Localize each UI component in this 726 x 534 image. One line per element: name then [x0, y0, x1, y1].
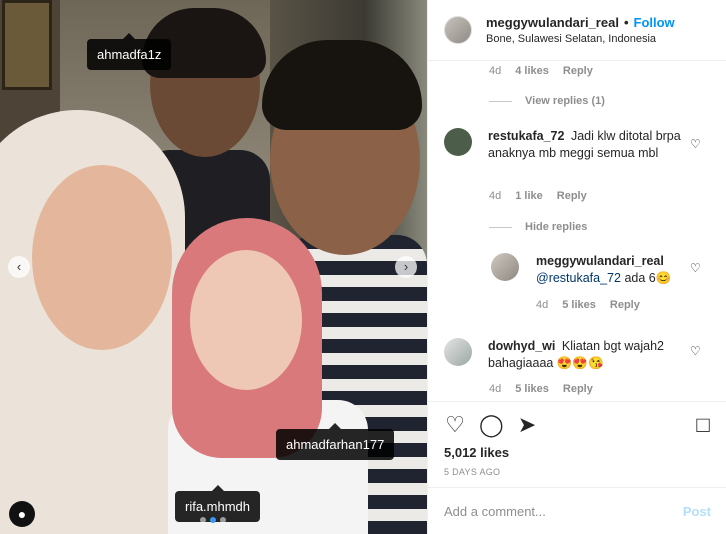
photo-person-middle-face	[190, 250, 302, 390]
comment-mention[interactable]: @restukafa_72	[536, 271, 621, 285]
comment-username[interactable]: meggywulandari_real	[536, 254, 664, 268]
comment-likes[interactable]: 5 likes	[562, 299, 596, 311]
comment-likes[interactable]: 5 likes	[515, 383, 549, 395]
comment-meta: 4d 4 likes Reply	[489, 65, 593, 77]
carousel-dot	[200, 517, 206, 523]
replies-divider	[489, 226, 512, 228]
comment-meta: 4d 5 likes Reply	[489, 383, 593, 395]
separator-dot: •	[623, 15, 629, 30]
comment-item: restukafa_72 Jadi klw ditotal brpa anakn…	[444, 128, 688, 162]
heart-icon[interactable]: ♡	[443, 413, 467, 437]
comment-icon[interactable]: ◯	[479, 413, 504, 437]
carousel-dot	[220, 517, 226, 523]
comment-username[interactable]: dowhyd_wi	[488, 339, 555, 353]
user-tag[interactable]: ahmadfa1z	[87, 33, 172, 70]
post-header: meggywulandari_real • Follow Bone, Sulaw…	[428, 0, 726, 61]
post-comment-button[interactable]: Post	[683, 504, 711, 519]
post-author-username[interactable]: meggywulandari_real	[486, 15, 619, 30]
comments-list[interactable]: 4d 4 likes Reply View replies (1) restuk…	[428, 61, 726, 401]
reply-button[interactable]: Reply	[557, 190, 587, 202]
like-comment-heart-icon[interactable]: ♡	[690, 261, 702, 275]
comment-meta: 4d 5 likes Reply	[536, 299, 640, 311]
like-count[interactable]: 5,012 likes	[444, 445, 509, 460]
avatar[interactable]	[444, 338, 472, 366]
user-tag[interactable]: ahmadfarhan177	[276, 423, 395, 460]
replies-divider	[489, 100, 512, 102]
reply-item: meggywulandari_real @restukafa_72 ada 6😊	[491, 253, 686, 287]
photo-wall-frame	[2, 0, 52, 90]
comment-body: restukafa_72 Jadi klw ditotal brpa anakn…	[488, 128, 688, 162]
chevron-left-icon: ‹	[16, 259, 22, 274]
comment-meta: 4d 1 like Reply	[489, 190, 587, 202]
comment-item: dowhyd_wi Kliatan bgt wajah2 bahagiaaaa …	[444, 338, 678, 372]
like-comment-heart-icon[interactable]: ♡	[690, 137, 702, 151]
carousel-indicator	[200, 517, 226, 523]
like-comment-heart-icon[interactable]: ♡	[690, 344, 702, 358]
carousel-prev-button[interactable]: ‹	[8, 256, 30, 278]
comment-body: meggywulandari_real @restukafa_72 ada 6😊	[536, 253, 686, 287]
share-icon[interactable]: ➤	[515, 413, 539, 437]
reply-button[interactable]: Reply	[563, 383, 593, 395]
post-photo[interactable]: ahmadfa1z ahmadfarhan177 rifa.mhmdh ‹ › …	[0, 0, 427, 534]
photo-person-left-face	[32, 165, 172, 350]
chevron-right-icon: ›	[403, 259, 409, 274]
hide-replies-label: Hide replies	[525, 221, 588, 233]
carousel-next-button[interactable]: ›	[395, 256, 417, 278]
view-replies-label: View replies (1)	[525, 95, 605, 107]
comment-time[interactable]: 4d	[489, 383, 501, 395]
avatar[interactable]	[444, 16, 472, 44]
comment-body: dowhyd_wi Kliatan bgt wajah2 bahagiaaaa …	[488, 338, 678, 372]
avatar[interactable]	[491, 253, 519, 281]
avatar[interactable]	[444, 128, 472, 156]
reply-button[interactable]: Reply	[563, 65, 593, 77]
reply-button[interactable]: Reply	[610, 299, 640, 311]
post-actions: ♡ ◯ ➤ □ 5,012 likes 5 DAYS AGO	[428, 401, 726, 487]
user-icon: ●	[17, 506, 27, 522]
post-timestamp[interactable]: 5 DAYS AGO	[444, 467, 500, 477]
post-location[interactable]: Bone, Sulawesi Selatan, Indonesia	[486, 33, 675, 45]
bookmark-icon[interactable]: □	[691, 413, 715, 437]
add-comment-bar: Add a comment... Post	[428, 487, 726, 534]
comment-time[interactable]: 4d	[536, 299, 548, 311]
comment-input[interactable]: Add a comment...	[444, 504, 683, 519]
carousel-dot-active	[210, 517, 216, 523]
follow-button[interactable]: Follow	[634, 15, 675, 30]
comment-likes[interactable]: 1 like	[515, 190, 543, 202]
view-replies-button[interactable]: View replies (1)	[489, 95, 605, 107]
comment-time[interactable]: 4d	[489, 65, 501, 77]
tagged-users-button[interactable]: ●	[9, 501, 35, 527]
post-sidebar: meggywulandari_real • Follow Bone, Sulaw…	[427, 0, 726, 534]
hide-replies-button[interactable]: Hide replies	[489, 221, 587, 233]
comment-time[interactable]: 4d	[489, 190, 501, 202]
comment-username[interactable]: restukafa_72	[488, 129, 564, 143]
comment-likes[interactable]: 4 likes	[515, 65, 549, 77]
comment-text: ada 6😊	[624, 271, 672, 285]
